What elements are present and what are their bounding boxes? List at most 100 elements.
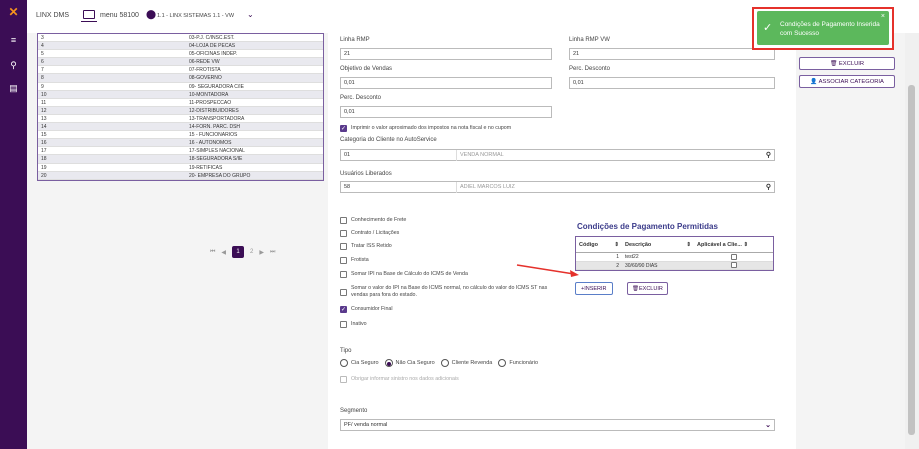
page-2-button[interactable]: 2 <box>250 249 253 255</box>
table-row[interactable]: 17 17-SIMPLES NACIONAL <box>38 147 323 156</box>
trash-icon: 🗑 <box>829 61 839 67</box>
col-aplicavel[interactable]: Aplicável a Clie... ⇕ <box>694 237 773 252</box>
table-row[interactable]: 1 test22 <box>576 253 773 262</box>
table-row[interactable]: 5 05-OFICINAS INDEP. <box>38 50 323 59</box>
left-nav-rail: ✕ ≡ ⚲ ▤ <box>0 0 27 449</box>
prev-page-icon[interactable]: ◀ <box>221 249 226 256</box>
associar-categoria-button[interactable]: 👤 ASSOCIAR CATEGORIA <box>799 75 895 88</box>
trash-icon: 🗑 <box>632 286 639 292</box>
table-row[interactable]: 12 12-DISTRIBUIDORES <box>38 106 323 115</box>
somar-ipi-checkbox[interactable]: Somar IPI na Base de Cálculo do ICMS de … <box>340 271 468 278</box>
linha-rmp-vw-label: Linha RMP VW <box>569 37 610 43</box>
somar-ipi-st-checkbox[interactable]: Somar o valor do IPI na Base do ICMS nor… <box>340 285 560 299</box>
usuarios-liberados-label: Usuários Liberados <box>340 171 392 177</box>
search-icon[interactable]: ⚲ <box>766 182 771 193</box>
linha-rmp-label: Linha RMP <box>340 37 370 43</box>
table-row[interactable]: 6 06-REDE VW <box>38 58 323 67</box>
toast-message: Condições de Pagamento Inserida com Suce… <box>780 21 880 37</box>
col-codigo[interactable]: Código ⇕ <box>576 237 622 252</box>
checkmark-icon: ✓ <box>340 125 347 132</box>
excluir-button[interactable]: 🗑 EXCLUIR <box>799 57 895 70</box>
obrigar-sinistro-checkbox[interactable]: Obrigar informar sinistro nos dados adic… <box>340 376 459 383</box>
document-icon[interactable]: ▤ <box>8 83 19 94</box>
table-row[interactable]: 11 11-PROSPECCAO <box>38 98 323 107</box>
company-selector[interactable]: 1.1 - LINX SISTEMAS 1.1 - VW <box>157 13 234 19</box>
category-table: 3 03-P.J. C/INSC.EST. 4 04-LOJA DE PECAS 5 05… <box>37 33 324 181</box>
pagination: ⏮ ◀ 1 2 ▶ ⏭ <box>210 246 275 258</box>
table-row[interactable]: 15 15 - FUNCIONARIOS <box>38 131 323 140</box>
location-pin-icon: ⬤ <box>146 9 157 19</box>
table-row[interactable]: 19 19-RETIFICAS <box>38 163 323 172</box>
objetivo-vendas-label: Objetivo de Vendas <box>340 66 393 72</box>
table-row[interactable]: 13 13-TRANSPORTADORA <box>38 114 323 124</box>
contrato-licitacoes-checkbox[interactable]: Contrato / Licitações <box>340 230 399 237</box>
objetivo-vendas-input[interactable]: 0,01 <box>340 77 552 89</box>
table-row[interactable]: 9 09- SEGURADORA C/IE <box>38 82 323 91</box>
autoservice-lookup[interactable]: 01 VENDA NORMAL ⚲ <box>340 149 775 161</box>
tipo-label: Tipo <box>340 348 352 354</box>
inativo-checkbox[interactable]: Inativo <box>340 321 367 328</box>
excluir-payment-button[interactable]: 🗑EXCLUIR <box>627 282 668 295</box>
category-list-pane: 3 03-P.J. C/INSC.EST. 4 04-LOJA DE PECAS 5 05… <box>27 33 328 449</box>
red-annotation-arrow-icon <box>516 264 579 277</box>
perc-desconto-2-input[interactable]: 0,01 <box>340 106 552 118</box>
hamburger-menu-icon[interactable]: ≡ <box>8 35 19 46</box>
table-row[interactable]: 8 08-GOVERNO <box>38 74 323 83</box>
search-icon[interactable]: ⚲ <box>766 150 771 161</box>
linx-logo-icon[interactable]: ✕ <box>7 6 20 19</box>
checkmark-icon: ✓ <box>763 22 773 34</box>
monitor-icon <box>81 10 97 22</box>
next-page-icon[interactable]: ▶ <box>259 249 264 256</box>
aplicavel-checkbox[interactable] <box>730 253 737 260</box>
frotista-checkbox[interactable]: Frotista <box>340 257 369 264</box>
chevron-down-icon: ⌄ <box>765 422 771 429</box>
tipo-radio-group: Cia Seguro Não Cia Seguro Cliente Revend… <box>340 359 538 367</box>
perc-desconto-label: Perc. Desconto <box>569 66 611 72</box>
conhecimento-frete-checkbox[interactable]: Conhecimento de Frete <box>340 217 406 224</box>
aplicavel-checkbox[interactable] <box>730 262 737 269</box>
col-descricao[interactable]: Descrição ⇕ <box>622 237 694 252</box>
checkmark-icon: ✓ <box>340 306 347 313</box>
perc-desconto-2-label: Perc. Desconto <box>340 95 382 101</box>
payment-conditions-title: Condições de Pagamento Permitidas <box>577 222 718 231</box>
table-row[interactable]: 2 30/60/90 DIAS <box>576 261 773 270</box>
table-row[interactable]: 18 18-SEGURADORA S/IE <box>38 155 323 164</box>
radio-funcionario[interactable]: Funcionário <box>498 359 538 367</box>
actions-pane: 🗑 EXCLUIR 👤 ASSOCIAR CATEGORIA <box>796 33 905 449</box>
segmento-select[interactable]: PF/ venda normal ⌄ <box>340 419 775 431</box>
user-plus-icon: 👤 <box>810 79 819 85</box>
radio-nao-cia-seguro[interactable]: Não Cia Seguro <box>384 359 435 367</box>
linha-rmp-vw-input[interactable]: 21 <box>569 48 775 60</box>
consumidor-final-checkbox[interactable]: ✓ Consumidor Final <box>340 306 393 313</box>
autoservice-label: Categoria do Cliente no AutoService <box>340 137 437 143</box>
inserir-button[interactable]: +INSERIR <box>575 282 613 295</box>
table-header: Código ⇕ Descrição ⇕ Aplicável a Clie... … <box>576 237 773 253</box>
table-row[interactable]: 7 07-FROTISTA <box>38 66 323 75</box>
table-row[interactable]: 16 16 - AUTONOMOS <box>38 139 323 148</box>
perc-desconto-input[interactable]: 0,01 <box>569 77 775 89</box>
usuarios-liberados-lookup[interactable]: 58 ADIEL MARCOS LUIZ ⚲ <box>340 181 775 193</box>
table-row[interactable]: 4 04-LOJA DE PECAS <box>38 42 323 51</box>
search-icon[interactable]: ⚲ <box>8 60 19 71</box>
imprimir-impostos-checkbox[interactable]: ✓ Imprimir o valor aproximado dos impost… <box>340 125 511 132</box>
success-toast: ✓ Condições de Pagamento Inserida com Su… <box>752 7 894 50</box>
radio-cia-seguro[interactable]: Cia Seguro <box>340 359 379 367</box>
table-row[interactable]: 14 14-FORN. PARC. DSH <box>38 123 323 132</box>
form-panel: Linha RMP 21 Linha RMP VW 21 Objetivo de… <box>328 33 796 449</box>
linha-rmp-input[interactable]: 21 <box>340 48 552 60</box>
tratar-iss-checkbox[interactable]: Tratar ISS Retido <box>340 243 392 250</box>
first-page-icon[interactable]: ⏮ <box>210 249 215 256</box>
radio-cliente-revenda[interactable]: Cliente Revenda <box>440 359 492 367</box>
segmento-label: Segmento <box>340 408 368 414</box>
page-1-button[interactable]: 1 <box>232 246 245 258</box>
table-row[interactable]: 3 03-P.J. C/INSC.EST. <box>38 34 323 43</box>
chevron-down-icon[interactable]: ⌄ <box>247 10 254 19</box>
close-icon[interactable]: × <box>881 13 885 20</box>
last-page-icon[interactable]: ⏭ <box>270 249 275 256</box>
scrollbar-thumb[interactable] <box>908 85 915 435</box>
vertical-scrollbar[interactable] <box>905 33 919 449</box>
brand-label: LINX DMS <box>36 12 70 19</box>
payment-conditions-table: Código ⇕ Descrição ⇕ Aplicável a Clie... … <box>575 236 774 271</box>
table-row[interactable]: 20 20- EMPRESA DO GRUPO <box>38 171 323 180</box>
table-row[interactable]: 10 10-MONTADORA <box>38 90 323 99</box>
